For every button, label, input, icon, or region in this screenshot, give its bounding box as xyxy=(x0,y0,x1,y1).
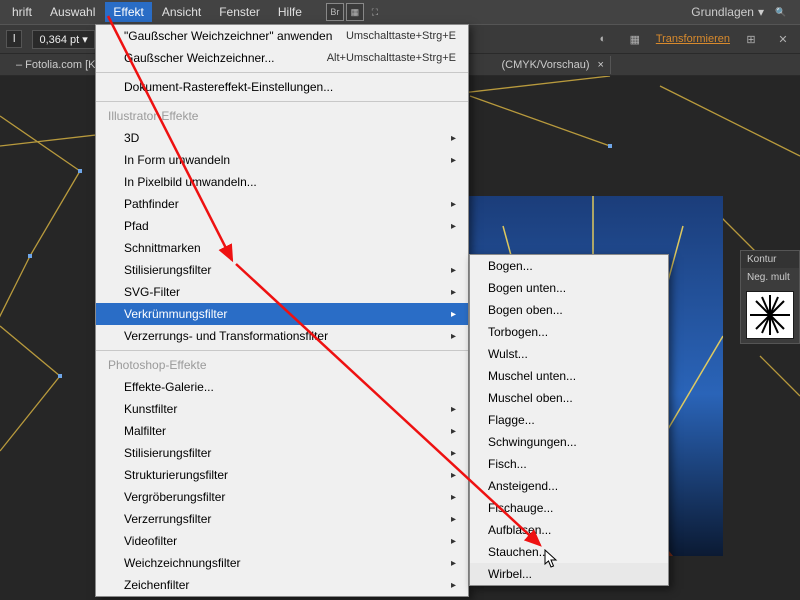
menu-hilfe[interactable]: Hilfe xyxy=(270,2,310,22)
menu-video[interactable]: Videofilter▸ xyxy=(96,530,468,552)
warp-fisheye[interactable]: Fischauge... xyxy=(470,497,668,519)
close-icon[interactable]: × xyxy=(598,59,604,71)
bridge-icon[interactable]: Br xyxy=(326,3,344,21)
menu-convert-shape[interactable]: In Form umwandeln▸ xyxy=(96,149,468,171)
menu-texture[interactable]: Strukturierungsfilter▸ xyxy=(96,464,468,486)
menu-effekt[interactable]: Effekt xyxy=(105,2,151,22)
menu-ansicht[interactable]: Ansicht xyxy=(154,2,209,22)
menu-path[interactable]: Pfad▸ xyxy=(96,215,468,237)
menu-sketch[interactable]: Zeichenfilter▸ xyxy=(96,574,468,596)
mute-icon[interactable]: ✕ xyxy=(772,30,794,48)
menu-svg-filter[interactable]: SVG-Filter▸ xyxy=(96,281,468,303)
menu-brush-strokes[interactable]: Malfilter▸ xyxy=(96,420,468,442)
warp-rise[interactable]: Ansteigend... xyxy=(470,475,668,497)
menu-3d[interactable]: 3D▸ xyxy=(96,127,468,149)
menu-schrift[interactable]: hrift xyxy=(4,2,40,22)
menu-blur[interactable]: Weichzeichnungsfilter▸ xyxy=(96,552,468,574)
section-photoshop-effects: Photoshop-Effekte xyxy=(96,354,468,376)
section-illustrator-effects: Illustrator-Effekte xyxy=(96,105,468,127)
warp-fish[interactable]: Fisch... xyxy=(470,453,668,475)
menu-pixelate[interactable]: Vergröberungsfilter▸ xyxy=(96,486,468,508)
stroke-weight-field[interactable]: 0,364 pt ▾ xyxy=(32,30,94,49)
menu-auswahl[interactable]: Auswahl xyxy=(42,2,103,22)
menu-stylize-ps[interactable]: Stilisierungsfilter▸ xyxy=(96,442,468,464)
warp-arc-lower[interactable]: Bogen unten... xyxy=(470,277,668,299)
menu-artistic[interactable]: Kunstfilter▸ xyxy=(96,398,468,420)
transform-link[interactable]: Transformieren xyxy=(656,33,730,45)
menubar: hrift Auswahl Effekt Ansicht Fenster Hil… xyxy=(0,0,800,24)
workspace-switcher[interactable]: Grundlagen ▾ xyxy=(691,5,764,19)
panel-tab-kontur[interactable]: Kontur xyxy=(741,251,799,268)
warp-shell-lower[interactable]: Muschel unten... xyxy=(470,365,668,387)
arrange-docs-icon[interactable]: ▦ xyxy=(346,3,364,21)
isolate-icon[interactable]: ⊞ xyxy=(740,30,762,48)
panel-blendmode[interactable]: Neg. mult xyxy=(741,268,799,287)
warp-arc[interactable]: Bogen... xyxy=(470,255,668,277)
effect-menu-dropdown: "Gaußscher Weichzeichner" anwendenUmscha… xyxy=(95,24,469,597)
warp-arch[interactable]: Torbogen... xyxy=(470,321,668,343)
field-trunc[interactable]: l xyxy=(6,30,22,48)
warp-inflate[interactable]: Aufblasen... xyxy=(470,519,668,541)
menu-fenster[interactable]: Fenster xyxy=(211,2,268,22)
menu-cropmarks[interactable]: Schnittmarken xyxy=(96,237,468,259)
menu-distort[interactable]: Verzerrungsfilter▸ xyxy=(96,508,468,530)
menu-pathfinder[interactable]: Pathfinder▸ xyxy=(96,193,468,215)
opacity-icon[interactable]: ◐ xyxy=(592,30,614,48)
warp-arc-upper[interactable]: Bogen oben... xyxy=(470,299,668,321)
warp-squeeze[interactable]: Stauchen... xyxy=(470,541,668,563)
search-icon[interactable]: 🔍 xyxy=(772,3,790,21)
warp-shell-upper[interactable]: Muschel oben... xyxy=(470,387,668,409)
doc-tab-left[interactable]: – Fotolia.com [K xyxy=(6,56,105,74)
menu-effects-gallery[interactable]: Effekte-Galerie... xyxy=(96,376,468,398)
chevron-down-icon: ▾ xyxy=(82,34,88,46)
warp-submenu: Bogen... Bogen unten... Bogen oben... To… xyxy=(469,254,669,586)
screen-mode-icon[interactable]: ⛶ xyxy=(366,3,384,21)
menu-rasterize[interactable]: In Pixelbild umwandeln... xyxy=(96,171,468,193)
menu-warp-filter[interactable]: Verkrümmungsfilter▸ xyxy=(96,303,468,325)
menu-doc-raster-settings[interactable]: Dokument-Rastereffekt-Einstellungen... xyxy=(96,76,468,98)
menu-last-effect[interactable]: Gaußscher Weichzeichner...Alt+Umschaltta… xyxy=(96,47,468,69)
align-icon[interactable]: ▦ xyxy=(624,30,646,48)
menu-distort-transform[interactable]: Verzerrungs- und Transformationsfilter▸ xyxy=(96,325,468,347)
menu-apply-last-effect[interactable]: "Gaußscher Weichzeichner" anwendenUmscha… xyxy=(96,25,468,47)
warp-wave[interactable]: Schwingungen... xyxy=(470,431,668,453)
brush-preview[interactable] xyxy=(746,291,794,339)
chevron-down-icon: ▾ xyxy=(758,5,764,19)
right-panel: Kontur Neg. mult xyxy=(740,250,800,344)
doc-tab-preview[interactable]: (CMYK/Vorschau) × xyxy=(491,56,610,74)
warp-twist[interactable]: Wirbel... xyxy=(470,563,668,585)
warp-flag[interactable]: Flagge... xyxy=(470,409,668,431)
warp-bulge[interactable]: Wulst... xyxy=(470,343,668,365)
menu-stylize[interactable]: Stilisierungsfilter▸ xyxy=(96,259,468,281)
